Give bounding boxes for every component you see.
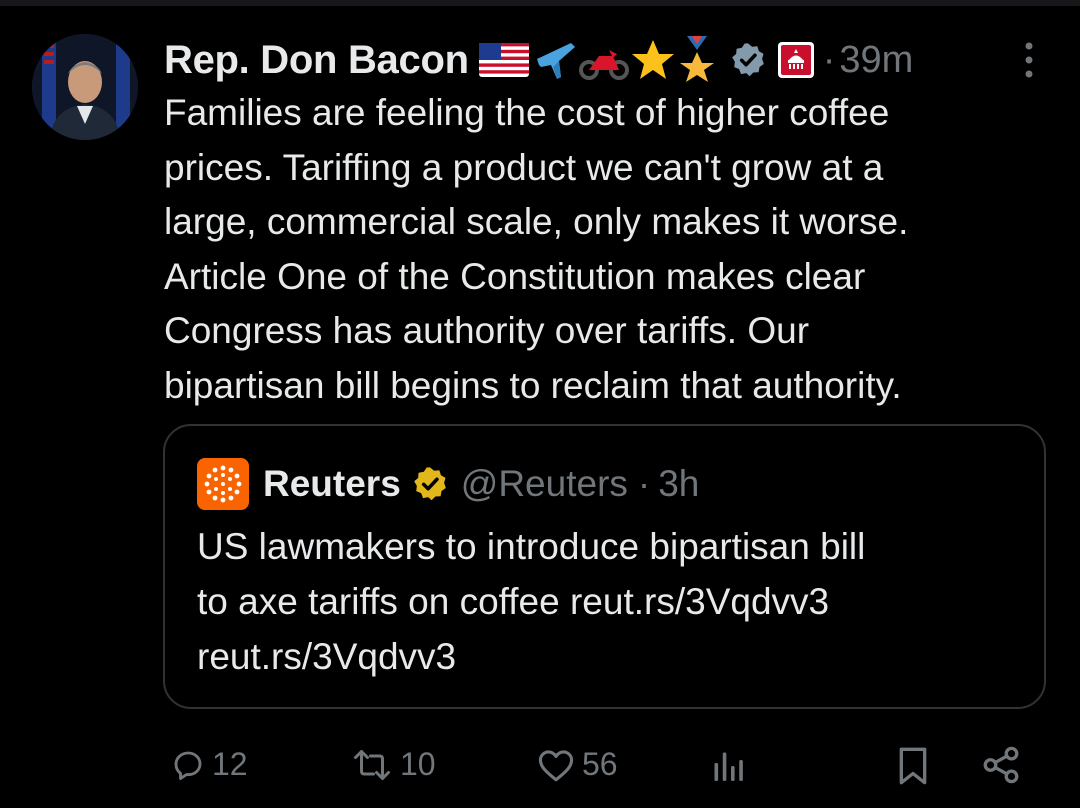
reuters-logo-icon [197,458,249,510]
gold-verified-badge-icon [411,465,449,503]
bookmark-icon [899,747,927,785]
repost-icon [354,749,390,780]
quoted-handle: @Reuters [460,463,628,504]
author-name[interactable]: Rep. Don Bacon [164,38,469,83]
quoted-separator: · [637,463,651,504]
separator: · [822,38,836,81]
quoted-tweet-header: Reuters @Reuters · 3h [197,458,699,510]
share-icon [983,746,1019,784]
airplane-icon [536,43,575,79]
us-flag-icon [478,43,529,77]
action-bar: 12 10 56 [0,742,1080,792]
name-emojis [478,36,717,84]
more-options-icon[interactable] [1022,40,1036,80]
heart-icon [538,749,574,781]
timestamp[interactable]: 39m [839,39,913,82]
tweet-text: Families are feeling the cost of higher … [164,92,909,406]
avatar[interactable] [32,34,138,140]
top-divider [0,0,1080,6]
views-button[interactable] [710,748,746,784]
reply-count: 12 [212,746,248,782]
share-button[interactable] [980,744,1022,786]
like-count: 56 [582,746,618,782]
motorcycle-icon [578,50,629,80]
verified-badge-icon[interactable] [729,41,767,79]
quoted-tweet-card[interactable]: Reuters @Reuters · 3h US lawmakers to in… [163,424,1046,709]
military-medal-icon [679,36,714,82]
repost-button[interactable]: 10 [350,746,436,783]
reply-button[interactable]: 12 [170,746,248,783]
views-icon [714,752,743,781]
reply-icon [174,751,202,780]
government-badge-icon[interactable] [777,41,815,79]
tweet-header: Rep. Don Bacon · 39m [164,34,913,86]
bookmark-button[interactable] [896,746,930,786]
repost-count: 10 [400,746,436,782]
quoted-timestamp: 3h [658,463,700,504]
star-icon [631,40,674,79]
like-button[interactable]: 56 [536,746,618,783]
quoted-author-name: Reuters [263,463,401,504]
quoted-tweet-text: US lawmakers to introduce bipartisan bil… [197,526,866,677]
